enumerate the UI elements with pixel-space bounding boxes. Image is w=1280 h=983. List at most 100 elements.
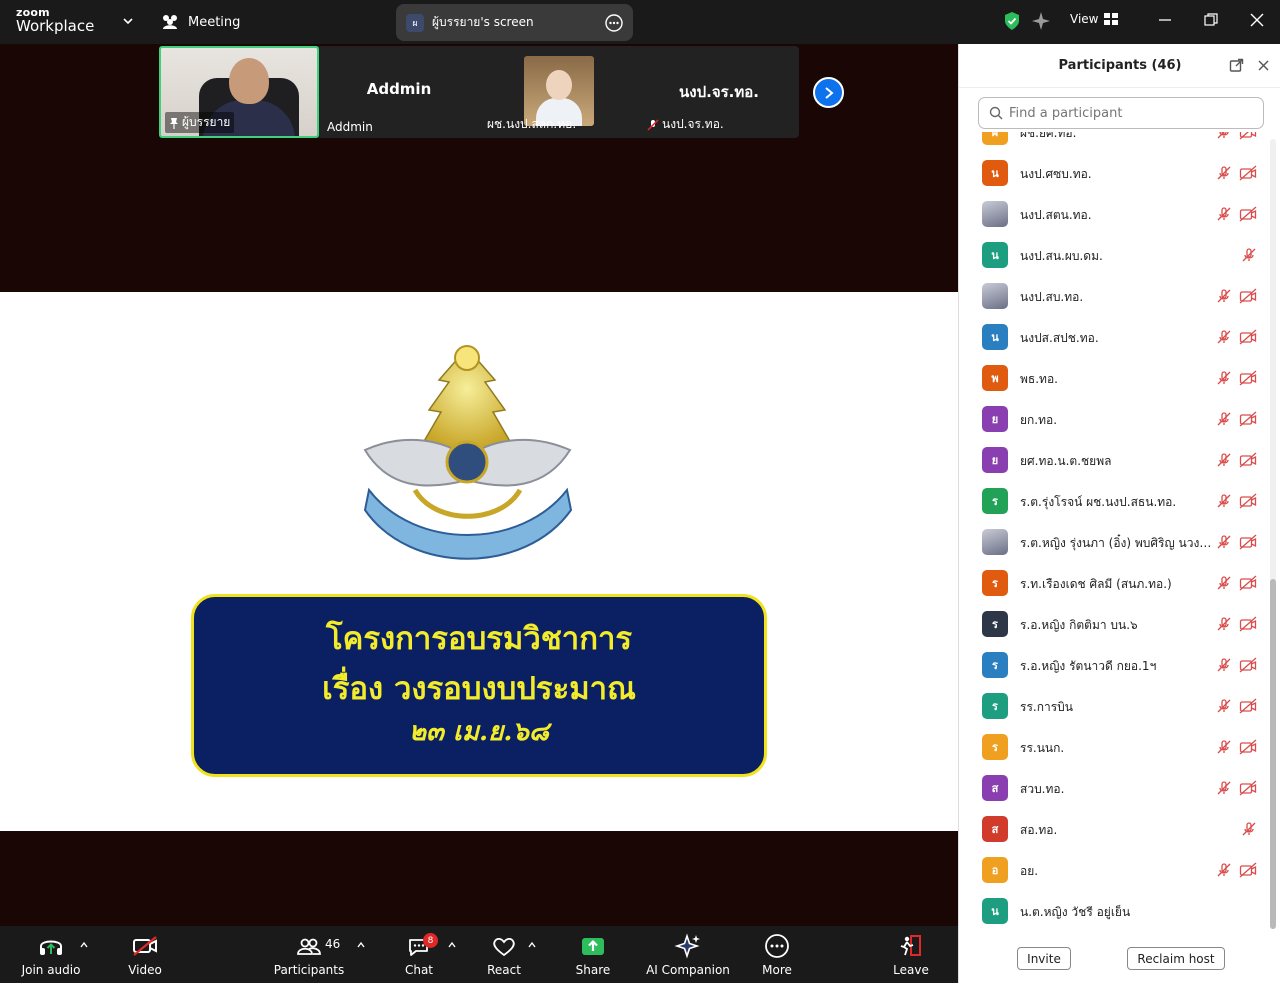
video-off-icon[interactable] [1239, 657, 1257, 673]
share-button[interactable]: Share [573, 932, 613, 980]
mic-muted-icon[interactable] [1216, 657, 1232, 673]
video-off-icon[interactable] [1239, 206, 1257, 222]
participant-row[interactable]: ส สอ.ทอ. [959, 809, 1269, 850]
participant-row[interactable]: พ พธ.ทอ. [959, 358, 1269, 399]
video-off-icon[interactable] [1239, 132, 1257, 140]
shield-icon[interactable] [1003, 11, 1021, 31]
video-off-icon[interactable] [1239, 329, 1257, 345]
video-off-icon[interactable] [1239, 534, 1257, 550]
video-tile-jr[interactable]: นงป.จร.ทอ. นงป.จร.ทอ. [639, 46, 799, 138]
video-off-icon[interactable] [1239, 493, 1257, 509]
mic-muted-icon[interactable] [1216, 288, 1232, 304]
mic-muted-icon[interactable] [1216, 411, 1232, 427]
close-icon[interactable] [1249, 12, 1265, 28]
participant-row[interactable]: น นงป.สน.ผบ.ดม. [959, 235, 1269, 276]
participant-avatar: ร [982, 611, 1008, 637]
react-button[interactable]: React [484, 932, 524, 980]
video-tile-speaker[interactable]: ผู้บรรยาย [159, 46, 319, 138]
participant-row[interactable]: ร รร.นนก. [959, 727, 1269, 768]
chevron-up-icon[interactable] [79, 940, 89, 950]
video-tile-assistant[interactable]: ผช.นงป.สลก.ทอ. [479, 46, 639, 138]
participant-row[interactable]: ย ยก.ทอ. [959, 399, 1269, 440]
chevron-down-icon[interactable] [121, 14, 135, 28]
video-off-icon[interactable] [1239, 698, 1257, 714]
reclaim-host-button[interactable]: Reclaim host [1127, 947, 1225, 970]
video-off-icon[interactable] [1239, 780, 1257, 796]
ai-sparkle-icon[interactable] [1031, 11, 1051, 31]
join-audio-button[interactable]: Join audio [22, 932, 80, 980]
video-off-icon[interactable] [1239, 616, 1257, 632]
share-screen-icon [582, 938, 604, 955]
view-button[interactable]: View [1070, 12, 1119, 26]
video-off-icon[interactable] [1239, 370, 1257, 386]
tile-name: นงป.จร.ทอ. [662, 117, 724, 131]
invite-button[interactable]: Invite [1017, 947, 1071, 970]
close-panel-icon[interactable] [1256, 58, 1271, 73]
heart-icon [493, 937, 515, 957]
video-off-icon[interactable] [1239, 411, 1257, 427]
mic-muted-icon[interactable] [1216, 206, 1232, 222]
restore-icon[interactable] [1203, 12, 1219, 28]
video-off-icon[interactable] [1239, 165, 1257, 181]
participant-search[interactable] [978, 97, 1264, 129]
next-page-button[interactable] [813, 77, 844, 108]
search-input[interactable] [1009, 105, 1249, 121]
participant-row[interactable]: ร.ต.หญิง รุ่งนภา (อิ๋ง) พบศิริญ นวงป.สธน… [959, 522, 1269, 563]
participant-row[interactable]: นงป.สตน.ทอ. [959, 194, 1269, 235]
scrollbar-thumb[interactable] [1270, 579, 1276, 929]
participant-list[interactable]: ผผช.ยศ.ทอ. นนงป.ศซบ.ทอ. นงป.สตน.ทอ. นนงป.สน… [959, 132, 1280, 927]
more-options-icon[interactable] [605, 13, 623, 32]
participant-row[interactable]: ร ร.ท.เรืองเดช ศิลมี (สนภ.ทอ.) [959, 563, 1269, 604]
ai-companion-button[interactable]: AI Companion [646, 932, 730, 980]
mic-muted-icon[interactable] [1216, 862, 1232, 878]
headphones-icon [40, 940, 62, 955]
video-off-icon[interactable] [1239, 575, 1257, 591]
mic-muted-icon[interactable] [1216, 575, 1232, 591]
mic-muted-icon[interactable] [1216, 534, 1232, 550]
leave-icon [900, 935, 921, 956]
mic-muted-icon[interactable] [1216, 329, 1232, 345]
participant-row[interactable]: น นงป.ศซบ.ทอ. [959, 153, 1269, 194]
participant-name: ร.อ.หญิง รัตนาวดี กยอ.1ฯ [1020, 659, 1157, 673]
mic-muted-icon[interactable] [1216, 616, 1232, 632]
mic-muted-icon[interactable] [1216, 780, 1232, 796]
chevron-up-icon[interactable] [447, 940, 457, 950]
more-button[interactable]: More [757, 932, 797, 980]
participant-row[interactable]: ส สวบ.ทอ. [959, 768, 1269, 809]
share-indicator[interactable]: ผ ผู้บรรยาย's screen [396, 4, 633, 41]
participant-name: นงป.สตน.ทอ. [1020, 208, 1092, 222]
participant-name: รร.การบิน [1020, 700, 1073, 714]
video-off-icon[interactable] [1239, 862, 1257, 878]
minimize-icon[interactable] [1157, 12, 1173, 28]
participant-row[interactable]: ผ ผช.ยศ.ทอ. [959, 132, 1269, 153]
mic-muted-icon[interactable] [1216, 370, 1232, 386]
mic-muted-icon[interactable] [1216, 132, 1232, 140]
video-off-icon[interactable] [1239, 739, 1257, 755]
video-off-icon[interactable] [1239, 452, 1257, 468]
list-scrollbar[interactable] [1270, 139, 1276, 929]
participant-row[interactable]: น นงปส.สปช.ทอ. [959, 317, 1269, 358]
video-button[interactable]: Video [125, 932, 165, 980]
meeting-info-button[interactable]: Meeting [160, 12, 240, 32]
mic-muted-icon[interactable] [1216, 493, 1232, 509]
participant-row[interactable]: ร ร.อ.หญิง กิตติมา บน.๖ [959, 604, 1269, 645]
participant-row[interactable]: ย ยศ.ทอ.น.ต.ชยพล [959, 440, 1269, 481]
mic-muted-icon[interactable] [1216, 698, 1232, 714]
mic-muted-icon[interactable] [1216, 452, 1232, 468]
chevron-up-icon[interactable] [527, 940, 537, 950]
leave-button[interactable]: Leave [891, 932, 931, 980]
participant-row[interactable]: นงป.สบ.ทอ. [959, 276, 1269, 317]
video-tile-addmin[interactable]: Addmin Addmin [319, 46, 479, 138]
participant-row[interactable]: ร รร.การบิน [959, 686, 1269, 727]
video-off-icon[interactable] [1239, 288, 1257, 304]
participant-row[interactable]: ร ร.ต.รุ่งโรจน์ ผช.นงป.สธน.ทอ. [959, 481, 1269, 522]
mic-muted-icon[interactable] [1241, 821, 1257, 837]
mic-muted-icon[interactable] [1241, 247, 1257, 263]
pop-out-icon[interactable] [1229, 58, 1244, 73]
participant-row[interactable]: อ อย. [959, 850, 1269, 891]
participant-row[interactable]: น น.ต.หญิง วัชรี อยู่เย็น [959, 891, 1269, 927]
chevron-up-icon[interactable] [356, 940, 366, 950]
mic-muted-icon[interactable] [1216, 739, 1232, 755]
participant-row[interactable]: ร ร.อ.หญิง รัตนาวดี กยอ.1ฯ [959, 645, 1269, 686]
mic-muted-icon[interactable] [1216, 165, 1232, 181]
